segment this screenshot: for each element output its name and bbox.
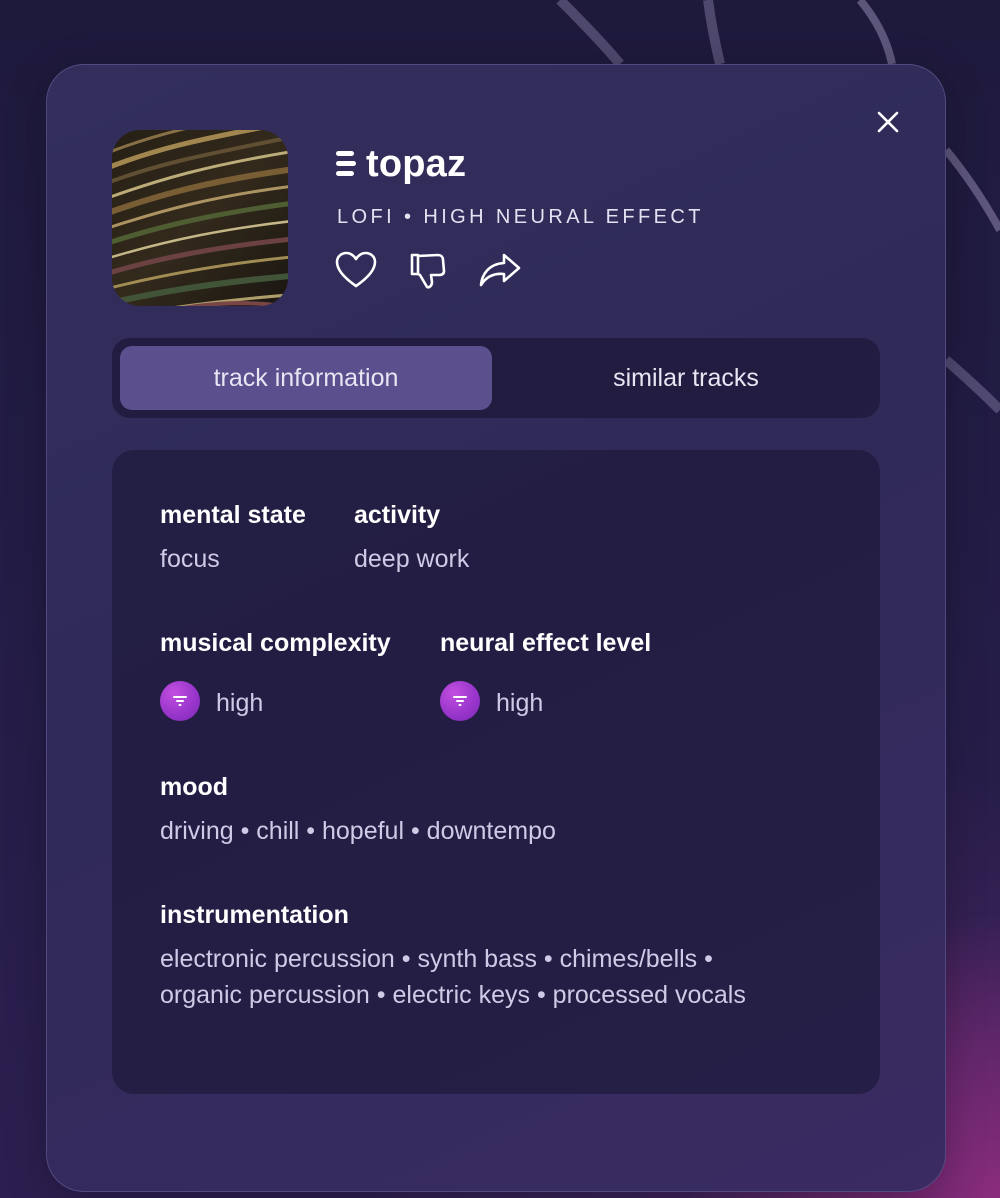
tab-track-information[interactable]: track information (120, 346, 492, 410)
activity-label: activity (354, 501, 441, 529)
close-icon (877, 111, 899, 133)
musical-complexity-value: high (216, 689, 264, 717)
like-button[interactable] (334, 248, 378, 292)
neural-effect-level-value: high (496, 689, 544, 717)
heart-icon (335, 251, 377, 288)
thumbs-down-icon (410, 253, 446, 289)
tab-bar: track information similar tracks (112, 338, 880, 418)
close-button[interactable] (870, 104, 906, 140)
instrumentation-value-line2: organic percussion • electric keys • pro… (160, 981, 746, 1009)
musical-complexity-label: musical complexity (160, 629, 391, 657)
track-actions (334, 248, 522, 292)
activity-value: deep work (354, 545, 470, 573)
filter-icon (440, 681, 480, 721)
filter-icon (160, 681, 200, 721)
tab-similar-tracks[interactable]: similar tracks (500, 346, 872, 410)
mood-value: driving • chill • hopeful • downtempo (160, 817, 556, 845)
track-title: topaz (336, 140, 466, 188)
track-subtitle: LOFI • HIGH NEURAL EFFECT (337, 206, 704, 228)
menu-lines-icon (336, 151, 356, 176)
share-button[interactable] (478, 248, 522, 292)
dislike-button[interactable] (406, 248, 450, 292)
album-art (112, 130, 288, 306)
mental-state-label: mental state (160, 501, 306, 529)
share-arrow-icon (479, 253, 521, 287)
instrumentation-value-line1: electronic percussion • synth bass • chi… (160, 945, 713, 973)
neural-effect-level-label: neural effect level (440, 629, 652, 657)
track-name: topaz (366, 142, 467, 185)
mood-label: mood (160, 773, 229, 801)
instrumentation-label: instrumentation (160, 901, 349, 929)
mental-state-value: focus (160, 545, 220, 573)
